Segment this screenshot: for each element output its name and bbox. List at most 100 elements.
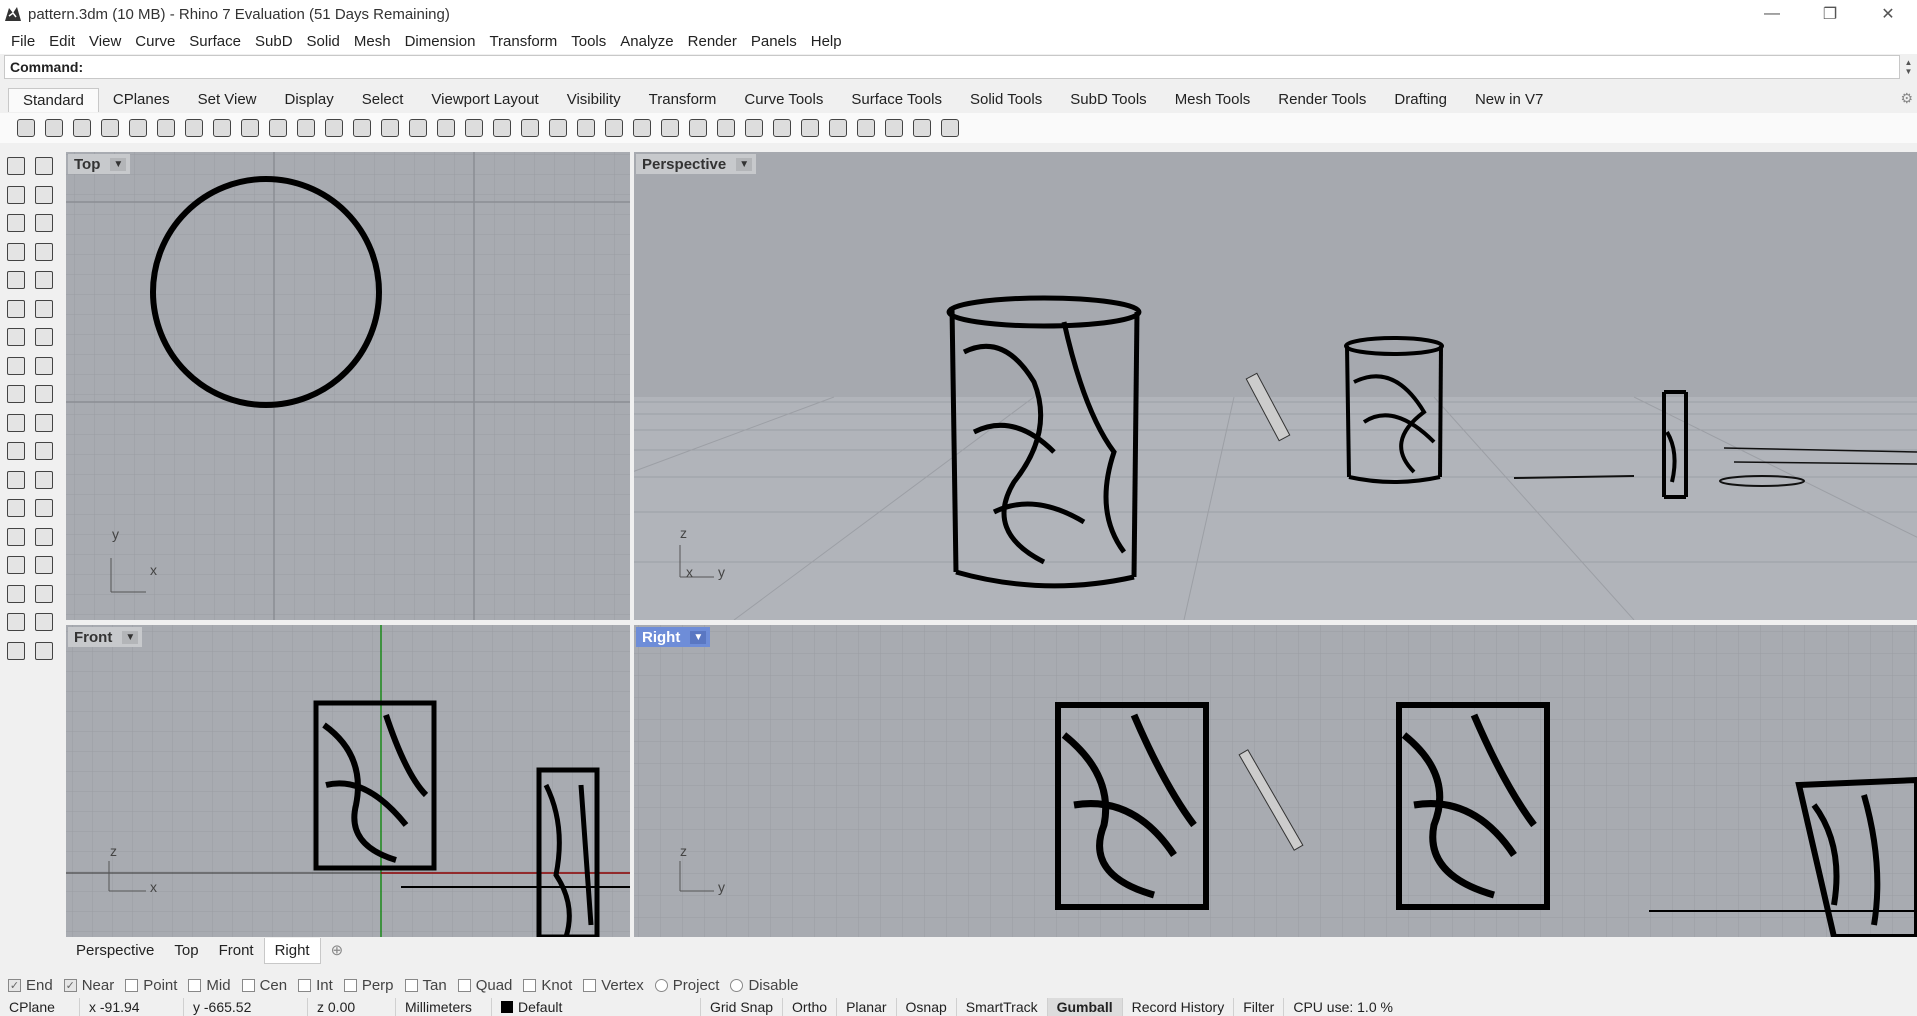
sphere-icon[interactable] (30, 323, 58, 352)
status-smarttrack[interactable]: SmartTrack (957, 998, 1048, 1016)
menu-dimension[interactable]: Dimension (398, 33, 483, 50)
explode-icon[interactable] (2, 380, 30, 409)
command-scroll[interactable]: ▲ ▼ (1900, 55, 1917, 79)
circle-icon[interactable] (2, 209, 30, 238)
viewport-menu-arrow-icon[interactable]: ▼ (122, 630, 139, 644)
command-input[interactable] (89, 57, 1899, 77)
zoom-dynamic-icon[interactable] (320, 114, 348, 142)
menu-subd[interactable]: SubD (248, 33, 300, 50)
rotate-view-icon[interactable] (292, 114, 320, 142)
osnap-end[interactable]: ✓ End (8, 977, 53, 994)
fillet-icon[interactable] (30, 266, 58, 295)
light-icon[interactable] (600, 114, 628, 142)
loft-icon[interactable] (30, 295, 58, 324)
osnap-int[interactable]: Int (298, 977, 333, 994)
group-icon[interactable] (30, 437, 58, 466)
array-icon[interactable] (2, 523, 30, 552)
osnap-checkbox[interactable] (654, 978, 668, 992)
tab-curve-tools[interactable]: Curve Tools (730, 88, 837, 112)
arc-icon[interactable] (30, 209, 58, 238)
tab-surface-tools[interactable]: Surface Tools (837, 88, 956, 112)
viewport-menu-arrow-icon[interactable]: ▼ (690, 630, 707, 644)
menu-mesh[interactable]: Mesh (347, 33, 398, 50)
add-viewport-icon[interactable]: ⊕ (321, 938, 354, 964)
ellipse-icon[interactable] (2, 266, 30, 295)
tab-solid-tools[interactable]: Solid Tools (956, 88, 1056, 112)
osnap-knot[interactable]: Knot (523, 977, 572, 994)
osnap-mid[interactable]: Mid (188, 977, 231, 994)
osnap-project[interactable]: Project (654, 977, 719, 994)
restore-button[interactable]: ❐ (1801, 0, 1859, 28)
help-icon[interactable] (936, 114, 964, 142)
open-icon[interactable] (40, 114, 68, 142)
shaded-icon[interactable] (712, 114, 740, 142)
curve-fillet-icon[interactable] (30, 466, 58, 495)
zoom-extents-icon[interactable] (376, 114, 404, 142)
check-icon[interactable] (30, 608, 58, 637)
scroll-up-icon[interactable]: ▲ (1905, 58, 1913, 67)
menu-panels[interactable]: Panels (744, 33, 804, 50)
box-icon[interactable] (2, 323, 30, 352)
select-icon[interactable] (572, 114, 600, 142)
menu-analyze[interactable]: Analyze (613, 33, 680, 50)
vptab-top[interactable]: Top (164, 938, 208, 964)
split-icon[interactable] (2, 409, 30, 438)
status-grid-snap[interactable]: Grid Snap (701, 998, 784, 1016)
rendered-icon[interactable] (740, 114, 768, 142)
status-record-history[interactable]: Record History (1123, 998, 1235, 1016)
extrude-icon[interactable] (2, 352, 30, 381)
menu-curve[interactable]: Curve (128, 33, 182, 50)
status-osnap[interactable]: Osnap (897, 998, 957, 1016)
osnap-checkbox[interactable] (583, 978, 597, 992)
trim-icon[interactable] (30, 380, 58, 409)
material-icon[interactable] (30, 637, 58, 666)
gear-icon[interactable]: ⚙ (1900, 90, 1913, 107)
status-filter[interactable]: Filter (1234, 998, 1285, 1016)
status-planar[interactable]: Planar (837, 998, 897, 1016)
menu-solid[interactable]: Solid (300, 33, 347, 50)
osnap-checkbox[interactable] (730, 978, 744, 992)
select-arrow-icon[interactable] (2, 152, 30, 181)
scale-icon[interactable] (30, 494, 58, 523)
viewport-front[interactable]: Front ▼ z x (66, 625, 630, 937)
menu-file[interactable]: File (4, 33, 42, 50)
tab-select[interactable]: Select (348, 88, 418, 112)
osnap-tan[interactable]: Tan (404, 977, 447, 994)
osnap-near[interactable]: ✓ Near (63, 977, 114, 994)
surface-icon[interactable] (2, 295, 30, 324)
viewport-label-perspective[interactable]: Perspective ▼ (636, 154, 757, 174)
copy-icon[interactable] (180, 114, 208, 142)
status-ortho[interactable]: Ortho (783, 998, 838, 1016)
rotate-icon[interactable] (432, 114, 460, 142)
viewport-label-right[interactable]: Right ▼ (636, 627, 711, 647)
point-icon[interactable] (30, 152, 58, 181)
polyline-icon[interactable] (2, 181, 30, 210)
lock-icon[interactable] (628, 114, 656, 142)
viewport-menu-arrow-icon[interactable]: ▼ (110, 157, 127, 171)
text-icon[interactable] (2, 494, 30, 523)
menu-tools[interactable]: Tools (564, 33, 613, 50)
offset-icon[interactable] (2, 466, 30, 495)
status-layer[interactable]: Default (492, 998, 701, 1016)
show-icon[interactable] (544, 114, 572, 142)
tab-render-tools[interactable]: Render Tools (1264, 88, 1380, 112)
tab-drafting[interactable]: Drafting (1380, 88, 1461, 112)
polygon-icon[interactable] (2, 238, 30, 267)
tab-visibility[interactable]: Visibility (553, 88, 635, 112)
globe-icon[interactable] (908, 114, 936, 142)
zoom-selected-icon[interactable] (404, 114, 432, 142)
osnap-perp[interactable]: Perp (343, 977, 394, 994)
osnap-checkbox[interactable] (241, 978, 255, 992)
new-icon[interactable] (12, 114, 40, 142)
viewport-menu-arrow-icon[interactable]: ▼ (736, 157, 753, 171)
osnap-cen[interactable]: Cen (241, 977, 287, 994)
vptab-right[interactable]: Right (263, 938, 321, 964)
vptab-perspective[interactable]: Perspective (66, 938, 164, 964)
join-icon[interactable] (30, 409, 58, 438)
menu-surface[interactable]: Surface (182, 33, 248, 50)
pan-icon[interactable] (264, 114, 292, 142)
gears-icon[interactable] (852, 114, 880, 142)
boolean-icon[interactable] (2, 437, 30, 466)
vptab-front[interactable]: Front (209, 938, 264, 964)
analyze-icon[interactable] (2, 608, 30, 637)
